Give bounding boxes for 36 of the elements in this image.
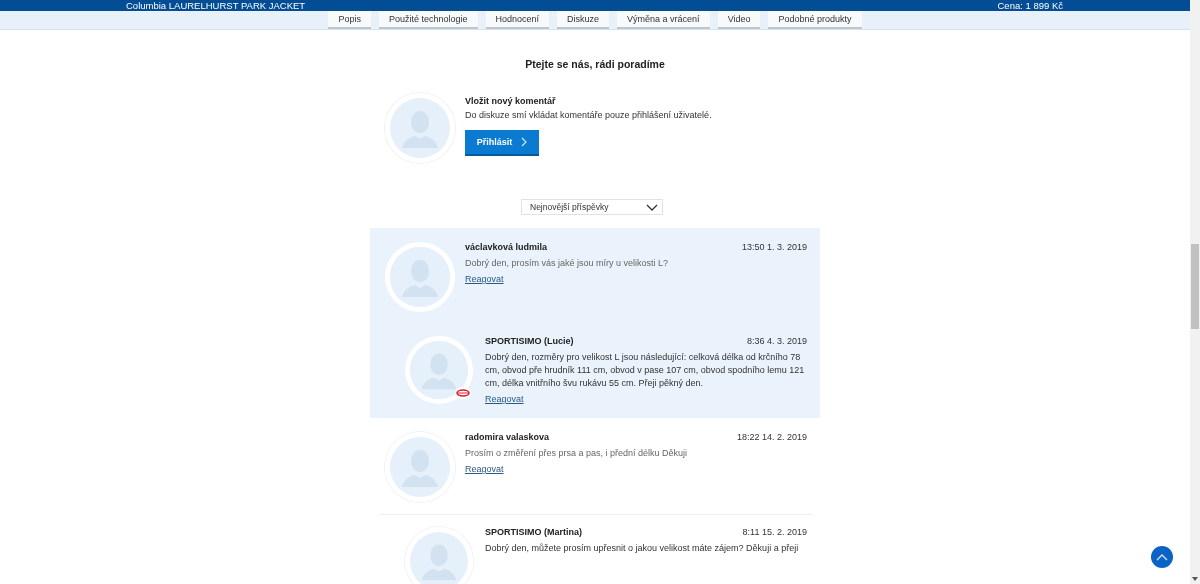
chevron-right-icon [521, 137, 528, 147]
tab[interactable]: Použité technologie [378, 11, 478, 29]
section-title: Ptejte se nás, rádi poradíme [524, 58, 666, 70]
sort-dropdown[interactable]: Nejnovější příspěvky [521, 199, 663, 215]
tab[interactable]: Video [717, 11, 761, 29]
comment-time: 13:50 1. 3. 2019 [741, 242, 807, 252]
author-name: SPORTISIMO (Lucie) [485, 336, 574, 346]
caret-down-icon [646, 203, 658, 211]
chevron-up-icon [1156, 553, 1168, 561]
tab[interactable]: Podobné produkty [768, 11, 862, 29]
tab[interactable]: Popis [328, 11, 371, 29]
new-comment-title: Vložit nový komentář [465, 96, 557, 106]
tab[interactable]: Výměna a vrácení [617, 11, 710, 29]
tab[interactable]: Diskuze [557, 11, 610, 29]
login-note: Do diskuze smí vkládat komentáře pouze přihlášení uživatelé. [465, 109, 713, 122]
scroll-to-top-button[interactable] [1151, 546, 1173, 568]
reply-link[interactable]: Reagovat [465, 464, 504, 474]
comment-text: Dobrý den, rozměry pro velikost L jsou následující: celková délka od krčního 78 cm, obvod pře hrudník 111 cm, obvod v pase 107 cm, obvod spodního lemu 121 cm, délka vnitřního švu rukávu 55 cm. Přeji pěkný den. [485, 351, 806, 390]
scrollbar-thumb[interactable] [1191, 244, 1199, 329]
author-name: václavková ludmila [465, 242, 548, 252]
scrollbar[interactable] [1190, 0, 1200, 584]
author-name: radomira valaskova [465, 432, 550, 442]
comment-text: Dobrý den, prosím vás jaké jsou míry u velikosti L? [465, 257, 670, 270]
comment-time: 8:11 15. 2. 2019 [742, 527, 807, 537]
login-button[interactable]: Přihlásit [465, 130, 539, 156]
tab[interactable]: Hodnocení [485, 11, 550, 29]
author-name: SPORTISIMO (Martina) [485, 527, 582, 537]
product-title: Columbia LAURELHURST PARK JACKET [126, 0, 306, 11]
comment-text: Dobrý den, můžete prosím upřesnit o jakou velikost máte zájem? Děkuji a přeji [485, 542, 800, 555]
reply-link[interactable]: Reagovat [465, 274, 504, 284]
scroll-down-arrow-icon[interactable] [1192, 577, 1198, 581]
comment-time: 8:36 4. 3. 2019 [746, 336, 807, 346]
reply-link[interactable]: Reagovat [485, 394, 524, 404]
comment-text: Prosím o změření přes prsa a pas, i přední délku Děkuji [465, 447, 689, 460]
price: Cena: 1 899 Kč [997, 0, 1063, 11]
comment-time: 18:22 14. 2. 2019 [736, 432, 807, 442]
